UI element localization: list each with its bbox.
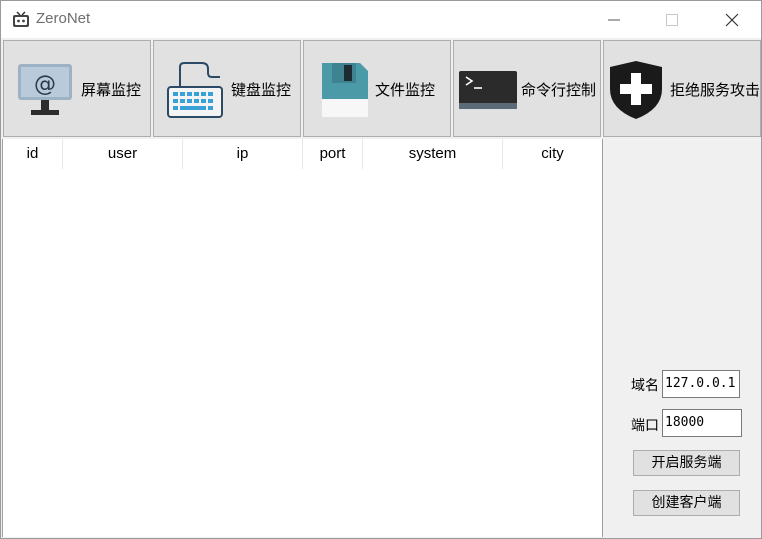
- screen-monitor-label: 屏幕监控: [81, 81, 142, 99]
- svg-text:@: @: [34, 72, 56, 97]
- file-monitor-label: 文件监控: [375, 81, 436, 99]
- minimize-icon: [608, 19, 620, 20]
- close-icon: [725, 13, 739, 26]
- maximize-button[interactable]: [643, 1, 701, 38]
- maximize-icon: [666, 13, 678, 26]
- window-title: ZeroNet: [36, 10, 91, 27]
- terminal-icon: [459, 71, 517, 109]
- app-window: ZeroNet @ 屏幕监控 键盘监控 文件监控 命令行控制 拒绝服务攻击 id…: [0, 0, 762, 539]
- keyboard-icon: [167, 62, 223, 118]
- column-header-port[interactable]: port: [303, 139, 363, 169]
- start-server-button[interactable]: 开启服务端: [633, 450, 740, 476]
- ddos-attack-button[interactable]: 拒绝服务攻击: [603, 40, 761, 137]
- file-monitor-button[interactable]: 文件监控: [303, 40, 451, 137]
- monitor-icon: @: [18, 64, 72, 115]
- command-line-control-label: 命令行控制: [521, 81, 597, 99]
- client-table[interactable]: id user ip port system city: [2, 139, 603, 537]
- table-header: id user ip port system city: [3, 139, 602, 169]
- port-input[interactable]: 18000: [662, 409, 742, 437]
- shield-cross-icon: [610, 61, 662, 119]
- column-header-system[interactable]: system: [363, 139, 503, 169]
- minimize-button[interactable]: [585, 1, 643, 38]
- keyboard-monitor-button[interactable]: 键盘监控: [153, 40, 301, 137]
- column-header-city[interactable]: city: [503, 139, 602, 169]
- column-header-user[interactable]: user: [63, 139, 183, 169]
- server-config-panel: 域名 127.0.0.1 端口 18000 开启服务端 创建客户端: [603, 139, 761, 537]
- toolbar: @ 屏幕监控 键盘监控 文件监控 命令行控制 拒绝服务攻击: [1, 39, 761, 139]
- tv-robot-icon: [13, 11, 29, 27]
- domain-label: 域名: [631, 378, 659, 394]
- create-client-button[interactable]: 创建客户端: [633, 490, 740, 516]
- close-button[interactable]: [703, 1, 761, 38]
- command-line-control-button[interactable]: 命令行控制: [453, 40, 601, 137]
- title-bar: ZeroNet: [1, 1, 761, 38]
- keyboard-monitor-label: 键盘监控: [231, 81, 292, 99]
- port-label: 端口: [631, 418, 659, 434]
- column-header-ip[interactable]: ip: [183, 139, 303, 169]
- screen-monitor-button[interactable]: @ 屏幕监控: [3, 40, 151, 137]
- column-header-id[interactable]: id: [3, 139, 63, 169]
- floppy-disk-icon: [322, 63, 368, 117]
- ddos-attack-label: 拒绝服务攻击: [670, 81, 761, 99]
- domain-input[interactable]: 127.0.0.1: [662, 370, 740, 398]
